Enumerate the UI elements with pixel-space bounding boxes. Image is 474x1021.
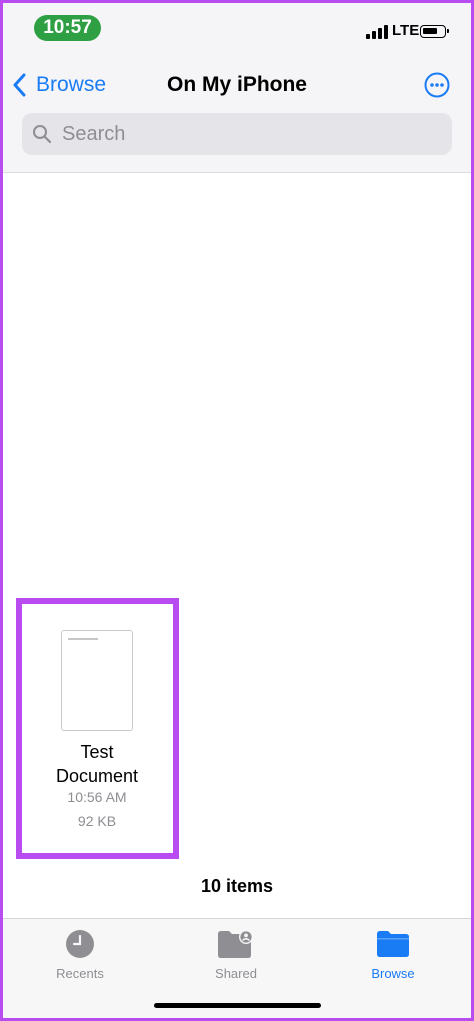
page-title: On My iPhone [166,73,307,96]
item-count: 10 items [200,876,274,896]
selection-highlight [16,598,179,859]
tab-recents-label: Recents [56,966,104,981]
status-time: 10:57 [34,15,101,41]
status-bar: 10:57 LTE [0,0,474,56]
search-input[interactable] [60,121,444,147]
ellipsis-circle-icon [424,72,450,98]
home-indicator [154,1003,321,1008]
network-label: LTE [392,22,420,39]
tab-recents[interactable]: Recents [20,927,140,981]
clock-icon [66,930,94,958]
signal-icon [366,25,388,39]
tab-shared-label: Shared [215,966,257,981]
divider [0,172,474,173]
navigation-bar: Browse On My iPhone [0,62,474,108]
search-icon [33,125,52,144]
battery-icon [420,25,449,38]
tab-shared[interactable]: Shared [176,927,296,981]
shared-folder-icon [218,930,253,958]
search-bar[interactable] [22,113,452,155]
folder-icon [377,931,409,957]
more-button[interactable] [424,72,450,98]
tab-browse[interactable]: Browse [333,927,453,981]
tab-browse-label: Browse [371,966,415,981]
